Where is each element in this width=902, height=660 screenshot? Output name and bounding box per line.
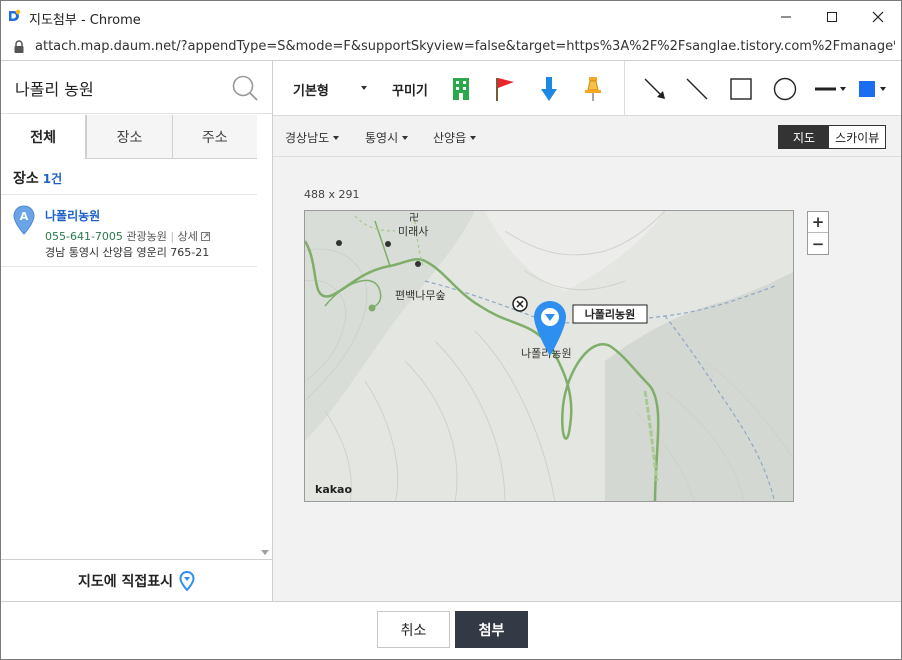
- arrow-line-tool[interactable]: [641, 75, 669, 103]
- callout-label: 나폴리농원: [585, 307, 636, 321]
- cancel-button[interactable]: 취소: [377, 611, 450, 648]
- chevron-down-icon: [402, 135, 409, 140]
- building-marker-button[interactable]: [447, 75, 475, 103]
- detail-link[interactable]: 상세: [178, 230, 198, 243]
- region-province-label: 경상남도: [285, 131, 330, 145]
- place-callout: 나폴리농원: [572, 304, 648, 324]
- lock-icon: [14, 40, 24, 53]
- map-type-map[interactable]: 지도: [779, 126, 830, 148]
- temple-icon: 卍: [409, 212, 419, 224]
- map-marker-a-icon: A: [13, 205, 35, 235]
- arrow-marker-button[interactable]: [535, 75, 563, 103]
- style-dropdown-icon[interactable]: [361, 86, 367, 90]
- chevron-down-icon: [470, 135, 477, 140]
- region-city-select[interactable]: 통영시: [365, 129, 409, 146]
- region-town-select[interactable]: 산양읍: [433, 129, 477, 146]
- flag-marker-button[interactable]: [491, 75, 519, 103]
- region-divider: [273, 156, 901, 157]
- result-heading: 장소 1건: [13, 168, 62, 188]
- rectangle-tool[interactable]: [727, 75, 755, 103]
- daum-app-icon: [7, 9, 21, 23]
- chevron-down-icon: [333, 135, 340, 140]
- result-count: 1건: [42, 172, 63, 186]
- search-panel: 전체 장소 주소 장소1건 A 나폴리농원 055-641-7005 관광농원 …: [1, 61, 273, 601]
- minimize-button[interactable]: [763, 1, 809, 33]
- line-weight-icon: [815, 87, 846, 91]
- location-pin-icon: [179, 570, 195, 591]
- minimize-icon: [781, 16, 791, 18]
- meta-separator: |: [170, 230, 175, 243]
- result-heading-label: 장소: [13, 171, 39, 187]
- list-item[interactable]: A 나폴리농원 055-641-7005 관광농원 | 상세 경남 통영시 산양…: [1, 195, 257, 267]
- close-button[interactable]: [855, 1, 901, 33]
- line-tool[interactable]: [683, 75, 711, 103]
- zoom-out-button[interactable]: −: [808, 233, 828, 254]
- search-input[interactable]: [15, 75, 225, 101]
- map-type-skyview[interactable]: 스카이뷰: [829, 126, 886, 148]
- building-icon: [453, 78, 469, 100]
- rectangle-icon: [730, 78, 752, 100]
- attach-button[interactable]: 첨부: [455, 611, 528, 648]
- chrome-window: 지도첨부 - Chrome attach.map.daum.net/?appen…: [0, 0, 902, 660]
- url-text[interactable]: attach.map.daum.net/?appendType=S&mode=F…: [35, 39, 895, 54]
- external-link-icon[interactable]: [201, 232, 211, 241]
- direct-mark-label: 지도에 직접표시: [77, 573, 174, 590]
- tab-all[interactable]: 전체: [1, 115, 87, 159]
- kakao-logo: kakao: [315, 483, 352, 496]
- style-select[interactable]: 기본형: [293, 80, 329, 99]
- map-size-label: 488 x 291: [304, 188, 360, 201]
- tab-place[interactable]: 장소: [86, 115, 172, 159]
- scroll-down-icon[interactable]: [261, 550, 269, 555]
- line-style-dropdown[interactable]: [813, 75, 849, 103]
- map-label-temple: 미래사: [398, 225, 428, 238]
- region-town-label: 산양읍: [433, 131, 467, 145]
- pushpin-marker-button[interactable]: [579, 75, 607, 103]
- result-tabs: 전체 장소 주소: [1, 115, 257, 159]
- scrollbar[interactable]: [257, 115, 272, 559]
- tab-address[interactable]: 주소: [171, 115, 257, 159]
- color-dropdown[interactable]: [857, 75, 891, 103]
- region-city-label: 통영시: [365, 131, 399, 145]
- circle-icon: [773, 77, 797, 101]
- search-icon[interactable]: [231, 74, 259, 102]
- decorate-label: 꾸미기: [392, 84, 428, 99]
- zoom-in-button[interactable]: +: [808, 212, 828, 233]
- flag-icon: [496, 78, 514, 101]
- maximize-icon: [827, 12, 837, 22]
- direct-mark-button[interactable]: 지도에 직접표시: [1, 559, 272, 601]
- map-graphic: 卍 미래사 편백나무숲 나폴리농원 kakao 나폴리농원: [305, 211, 793, 501]
- color-swatch-icon: [859, 81, 886, 97]
- pushpin-icon: [585, 77, 601, 101]
- address-bar[interactable]: attach.map.daum.net/?appendType=S&mode=F…: [1, 33, 901, 61]
- place-name-link[interactable]: 나폴리농원: [45, 207, 100, 224]
- dialog-footer: 취소 첨부: [1, 601, 901, 659]
- circle-tool[interactable]: [771, 75, 799, 103]
- map-label-forest: 편백나무숲: [395, 289, 446, 302]
- zoom-control: + −: [807, 211, 829, 255]
- window-title: 지도첨부 - Chrome: [29, 13, 141, 28]
- title-bar: 지도첨부 - Chrome: [1, 1, 901, 33]
- close-icon: [872, 11, 884, 23]
- place-address: 경남 통영시 산양읍 영운리 765-21: [45, 246, 210, 259]
- place-meta: 055-641-7005 관광농원 | 상세: [45, 228, 211, 244]
- place-phone: 055-641-7005: [45, 230, 123, 243]
- line-icon: [686, 78, 708, 100]
- maximize-button[interactable]: [809, 1, 855, 33]
- map-toolbar: 기본형 꾸미기: [273, 61, 901, 116]
- map-type-toggle: 지도 스카이뷰: [778, 125, 887, 149]
- toolbar-separator: [624, 61, 625, 116]
- arrow-down-icon: [541, 77, 557, 101]
- region-province-select[interactable]: 경상남도: [285, 129, 340, 146]
- place-category: 관광농원: [126, 230, 167, 243]
- search-box: [1, 61, 272, 114]
- arrow-line-icon: [644, 78, 665, 99]
- map-area: 경상남도 통영시 산양읍 지도 스카이뷰 488 x 291 卍 미래사 편백나…: [273, 116, 901, 601]
- marker-letter: A: [20, 210, 29, 223]
- remove-marker-button[interactable]: [512, 296, 528, 312]
- map-canvas[interactable]: 卍 미래사 편백나무숲 나폴리농원 kakao 나폴리농원: [304, 210, 794, 502]
